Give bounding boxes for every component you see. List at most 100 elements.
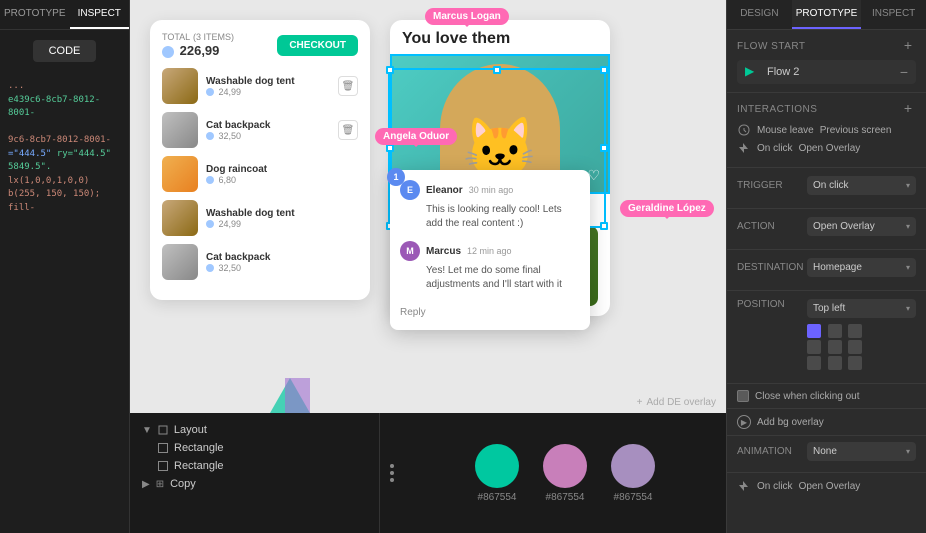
- trigger-label: TRIGGER: [737, 180, 807, 191]
- add-icon-small: +: [637, 397, 643, 408]
- action-value: Open Overlay: [813, 221, 875, 232]
- tab-design[interactable]: DESIGN: [727, 0, 792, 29]
- total-info: TOTAL (3 ITEMS) 226,99: [162, 32, 234, 58]
- add-bg-label: Add bg overlay: [757, 417, 824, 428]
- pos-mm[interactable]: [828, 340, 842, 354]
- left-panel: PROTOTYPE INSPECT CODE ... e439c6-8cb7-8…: [0, 0, 130, 533]
- delete-button-2[interactable]: 🗑: [338, 120, 358, 140]
- bottom-panel: ▼ Layout Rectangle Rectangle ▶ ⊞ Copy: [130, 413, 726, 533]
- action-section: ACTION Open Overlay ▾: [727, 209, 926, 250]
- pos-ml[interactable]: [807, 340, 821, 354]
- action-chevron: ▾: [906, 222, 910, 231]
- add-de-overlay-button[interactable]: + Add DE overlay: [637, 397, 716, 408]
- shopping-card: TOTAL (3 ITEMS) 226,99 CHECKOUT Washable…: [150, 20, 370, 300]
- dot-3: [390, 478, 394, 482]
- left-tabs: PROTOTYPE INSPECT: [0, 0, 129, 30]
- destination-chevron: ▾: [906, 263, 910, 272]
- color-swatch-1[interactable]: [475, 444, 519, 488]
- position-grid: [807, 324, 867, 370]
- animation-select[interactable]: None ▾: [807, 442, 916, 461]
- position-label: POSITION: [737, 299, 807, 310]
- delete-button-1[interactable]: 🗑: [338, 76, 358, 96]
- position-select[interactable]: Top left ▾: [807, 299, 916, 318]
- color-label-2: #867554: [546, 492, 585, 503]
- three-dots-menu[interactable]: [380, 413, 404, 533]
- product-item-2: Cat backpack 32,50 🗑: [162, 112, 358, 148]
- animation-section: ANIMATION None ▾: [727, 436, 926, 473]
- action-select[interactable]: Open Overlay ▾: [807, 217, 916, 236]
- pos-tm[interactable]: [828, 324, 842, 338]
- layer-rect1[interactable]: Rectangle: [138, 439, 371, 457]
- interaction-action-1: Previous screen: [820, 125, 892, 136]
- trigger-select[interactable]: On click ▾: [807, 176, 916, 195]
- destination-select[interactable]: Homepage ▾: [807, 258, 916, 277]
- add-flow-button[interactable]: +: [900, 38, 916, 54]
- layer-layout[interactable]: ▼ Layout: [138, 421, 371, 439]
- name-tag-marcus: Marcus Logan: [425, 8, 509, 25]
- comment-name-1: Eleanor: [426, 185, 463, 196]
- product-info-4: Washable dog tent 24,99: [206, 208, 358, 229]
- total-row: TOTAL (3 ITEMS) 226,99 CHECKOUT: [162, 32, 358, 58]
- checkout-button[interactable]: CHECKOUT: [277, 35, 358, 56]
- avatar-marcus: M: [400, 241, 420, 261]
- pos-bm[interactable]: [828, 356, 842, 370]
- interaction-trigger-2: On click: [757, 143, 793, 154]
- animation-field: ANIMATION None ▾: [737, 442, 916, 461]
- tab-prototype[interactable]: PROTOTYPE: [792, 0, 862, 29]
- trigger-chevron: ▾: [906, 181, 910, 190]
- trigger-section: TRIGGER On click ▾: [727, 168, 926, 209]
- reply-button[interactable]: Reply: [400, 307, 426, 318]
- interaction-1: Mouse leave Previous screen: [737, 123, 916, 137]
- copy-icon: ⊞: [156, 479, 164, 490]
- color-swatch-2[interactable]: [543, 444, 587, 488]
- position-field: POSITION Top left ▾: [737, 299, 916, 370]
- color-swatch-3[interactable]: [611, 444, 655, 488]
- add-interaction-button[interactable]: +: [900, 101, 916, 117]
- destination-value: Homepage: [813, 262, 862, 273]
- comment-user-2: M Marcus 12 min ago: [400, 241, 580, 261]
- tab-inspect[interactable]: INSPECT: [861, 0, 926, 29]
- layer-copy-group: ▶ ⊞ Copy: [138, 475, 371, 493]
- copy-expand-icon[interactable]: ▶: [142, 479, 150, 490]
- cat-card-header: You love them: [390, 20, 610, 54]
- canvas-area: Marcus Logan Angela Oduor Geraldine Lópe…: [130, 0, 726, 533]
- tab-inspect[interactable]: INSPECT: [70, 0, 130, 29]
- layout-icon: [158, 425, 168, 435]
- name-tag-geraldine: Geraldine López: [620, 200, 714, 217]
- flow-minus-button[interactable]: −: [900, 64, 908, 80]
- product-info-3: Dog raincoat 6,80: [206, 164, 358, 185]
- pos-tr[interactable]: [848, 324, 862, 338]
- position-chevron: ▾: [906, 304, 910, 313]
- comment-text-1: This is looking really cool! Lets add th…: [426, 203, 580, 231]
- expand-icon: ▼: [142, 425, 152, 436]
- product-info-5: Cat backpack 32,50: [206, 252, 358, 273]
- layer-rect2[interactable]: Rectangle: [138, 457, 371, 475]
- rect2-icon: [158, 461, 168, 471]
- pos-br[interactable]: [848, 356, 862, 370]
- interactions-title: INTERACTIONS: [737, 104, 817, 115]
- add-bg-item[interactable]: ▶ Add bg overlay: [727, 409, 926, 436]
- destination-section: DESTINATION Homepage ▾: [727, 250, 926, 291]
- pos-tl[interactable]: [807, 324, 821, 338]
- tab-prototype[interactable]: PROTOTYPE: [0, 0, 70, 29]
- total-price: 226,99: [162, 43, 234, 58]
- comment-popup: E Eleanor 30 min ago This is looking rea…: [390, 170, 590, 330]
- action-label: ACTION: [737, 221, 807, 232]
- flow-play-icon: ▶: [745, 64, 761, 80]
- interaction-trigger-1: Mouse leave: [757, 125, 814, 136]
- trigger-value: On click: [813, 180, 849, 191]
- mouse-leave-icon: [737, 123, 751, 137]
- pos-bl[interactable]: [807, 356, 821, 370]
- comment-badge[interactable]: 1: [387, 168, 405, 186]
- product-thumb-5: [162, 244, 198, 280]
- right-panel: DESIGN PROTOTYPE INSPECT FLOW START + ▶ …: [726, 0, 926, 533]
- animation-value: None: [813, 446, 837, 457]
- close-when-section: Close when clicking out: [727, 384, 926, 409]
- right-tabs: DESIGN PROTOTYPE INSPECT: [727, 0, 926, 30]
- pos-mr[interactable]: [848, 340, 862, 354]
- total-label: TOTAL (3 ITEMS): [162, 32, 234, 43]
- code-display: ... e439c6-8cb7-8012-8001- 9c6-8cb7-8012…: [0, 72, 129, 223]
- position-value: Top left: [813, 303, 845, 314]
- close-when-checkbox[interactable]: [737, 390, 749, 402]
- code-button[interactable]: CODE: [33, 40, 97, 62]
